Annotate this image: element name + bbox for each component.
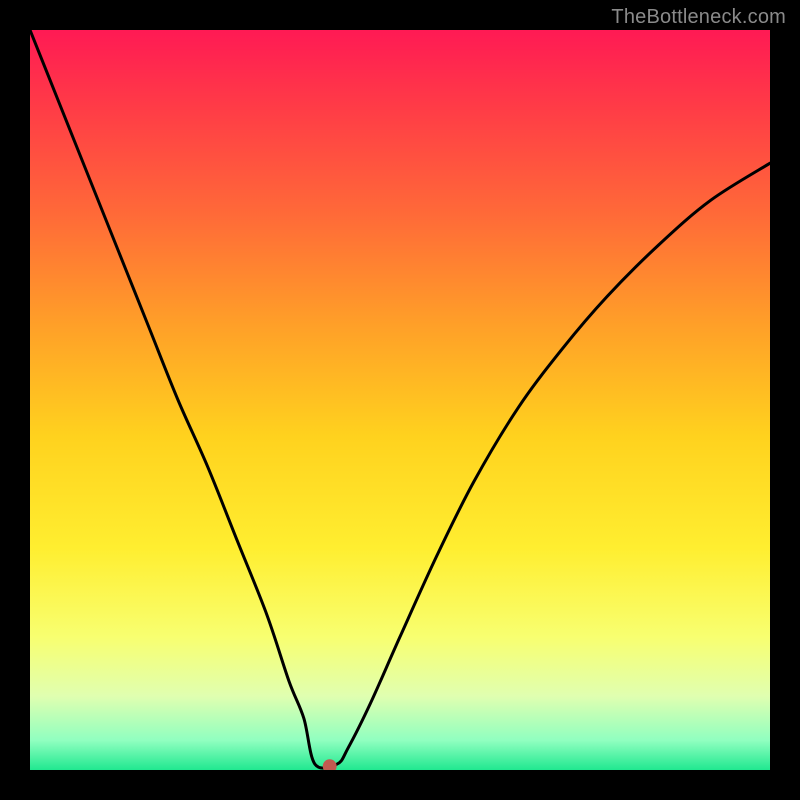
plot-area [30, 30, 770, 770]
chart-frame: TheBottleneck.com [0, 0, 800, 800]
watermark-text: TheBottleneck.com [611, 6, 786, 29]
plot-svg [30, 30, 770, 770]
gradient-background [30, 30, 770, 770]
